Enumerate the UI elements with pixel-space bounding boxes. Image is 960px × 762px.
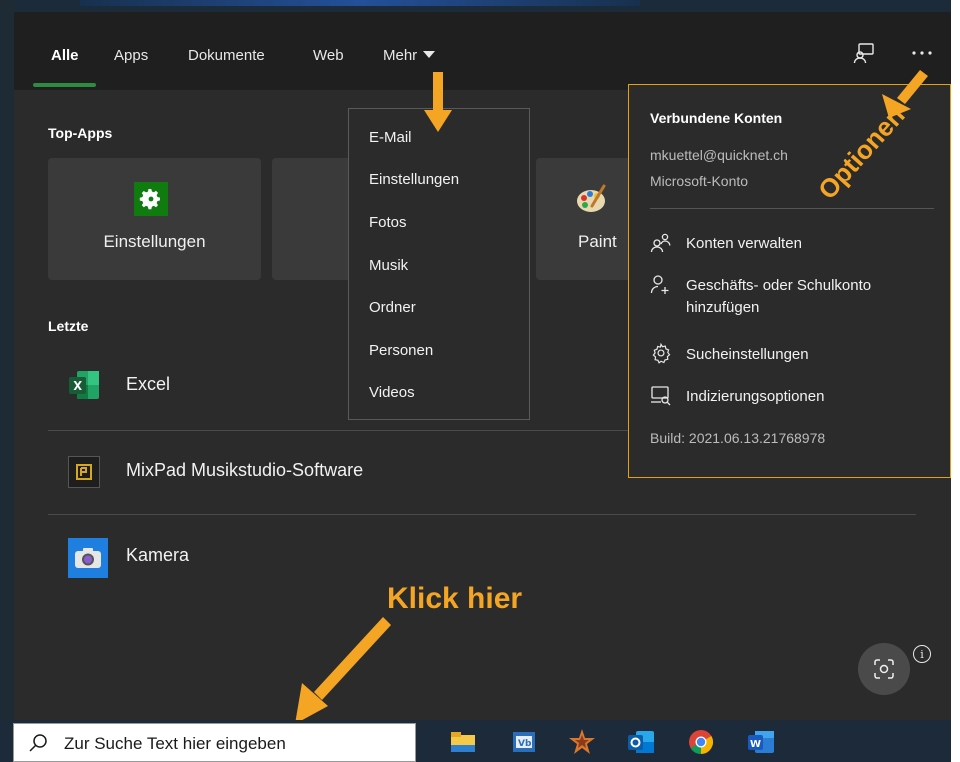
paint-star-icon[interactable] <box>568 728 596 756</box>
outlook-icon[interactable] <box>627 728 655 756</box>
arrow-to-mehr <box>424 72 452 132</box>
click-here-annotation: Klick hier <box>387 582 523 615</box>
taskbar-search-box[interactable]: Zur Suche Text hier eingeben <box>13 723 416 762</box>
arrow-to-searchbox <box>295 617 391 724</box>
chrome-icon[interactable] <box>687 728 715 756</box>
virtualbox-icon[interactable]: Vb <box>510 728 538 756</box>
search-icon <box>28 733 48 753</box>
annotation-overlay <box>295 70 928 724</box>
taskbar-right-edge <box>951 720 960 762</box>
search-placeholder: Zur Suche Text hier eingeben <box>64 734 286 753</box>
taskbar: Zur Suche Text hier eingeben Vb W <box>0 720 960 762</box>
word-icon[interactable]: W <box>747 728 775 756</box>
svg-text:Vb: Vb <box>518 739 532 749</box>
svg-text:W: W <box>750 739 761 750</box>
file-explorer-icon[interactable] <box>449 728 477 756</box>
